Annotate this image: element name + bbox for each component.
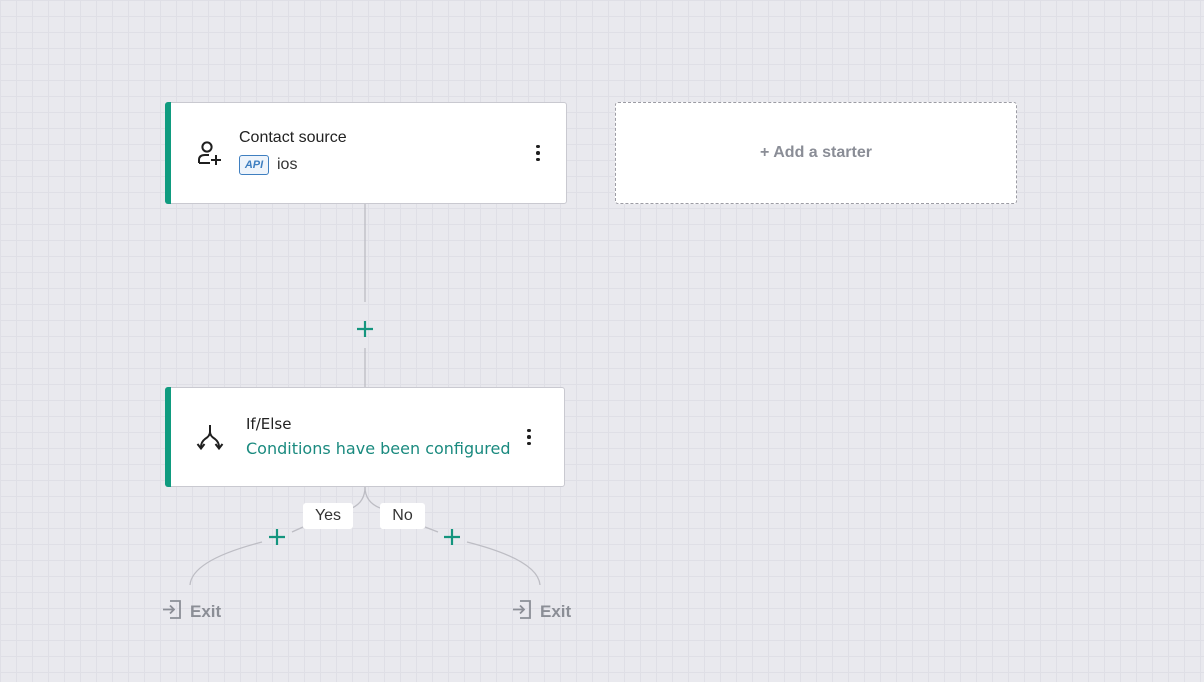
node-title: If/Else: [246, 415, 292, 433]
no-branch-line: [364, 486, 381, 509]
no-branch-label: No: [380, 503, 425, 529]
add-step-plus-icon[interactable]: [355, 319, 375, 339]
exit-icon: [512, 599, 533, 625]
more-options-icon[interactable]: [519, 425, 539, 449]
exit-label: Exit: [540, 602, 572, 621]
exit-node-yes: Exit: [162, 599, 221, 625]
api-badge: API: [239, 155, 269, 175]
split-arrows-icon: [196, 422, 224, 457]
node-accent-bar: [165, 387, 171, 487]
add-starter-button[interactable]: + Add a starter: [615, 102, 1017, 204]
node-title: Contact source: [239, 129, 347, 146]
source-value: ios: [277, 156, 298, 173]
add-step-yes-plus-icon[interactable]: [267, 527, 287, 547]
yes-branch-line: [189, 541, 263, 586]
conditions-status: Conditions have been configured: [246, 439, 511, 458]
exit-label: Exit: [190, 602, 222, 621]
yes-branch-line: [291, 526, 304, 533]
yes-branch-line: [351, 486, 366, 509]
exit-icon: [162, 599, 183, 625]
no-branch-line: [424, 526, 439, 533]
add-step-no-plus-icon[interactable]: [442, 527, 462, 547]
exit-node-no: Exit: [512, 599, 571, 625]
more-options-icon[interactable]: [528, 141, 548, 165]
user-plus-icon: [196, 139, 224, 172]
node-accent-bar: [165, 102, 171, 204]
if-else-node[interactable]: If/Else Conditions have been configured: [165, 387, 565, 487]
no-branch-line: [466, 541, 541, 586]
contact-source-node[interactable]: Contact source API ios: [165, 102, 567, 204]
yes-branch-label: Yes: [303, 503, 353, 529]
